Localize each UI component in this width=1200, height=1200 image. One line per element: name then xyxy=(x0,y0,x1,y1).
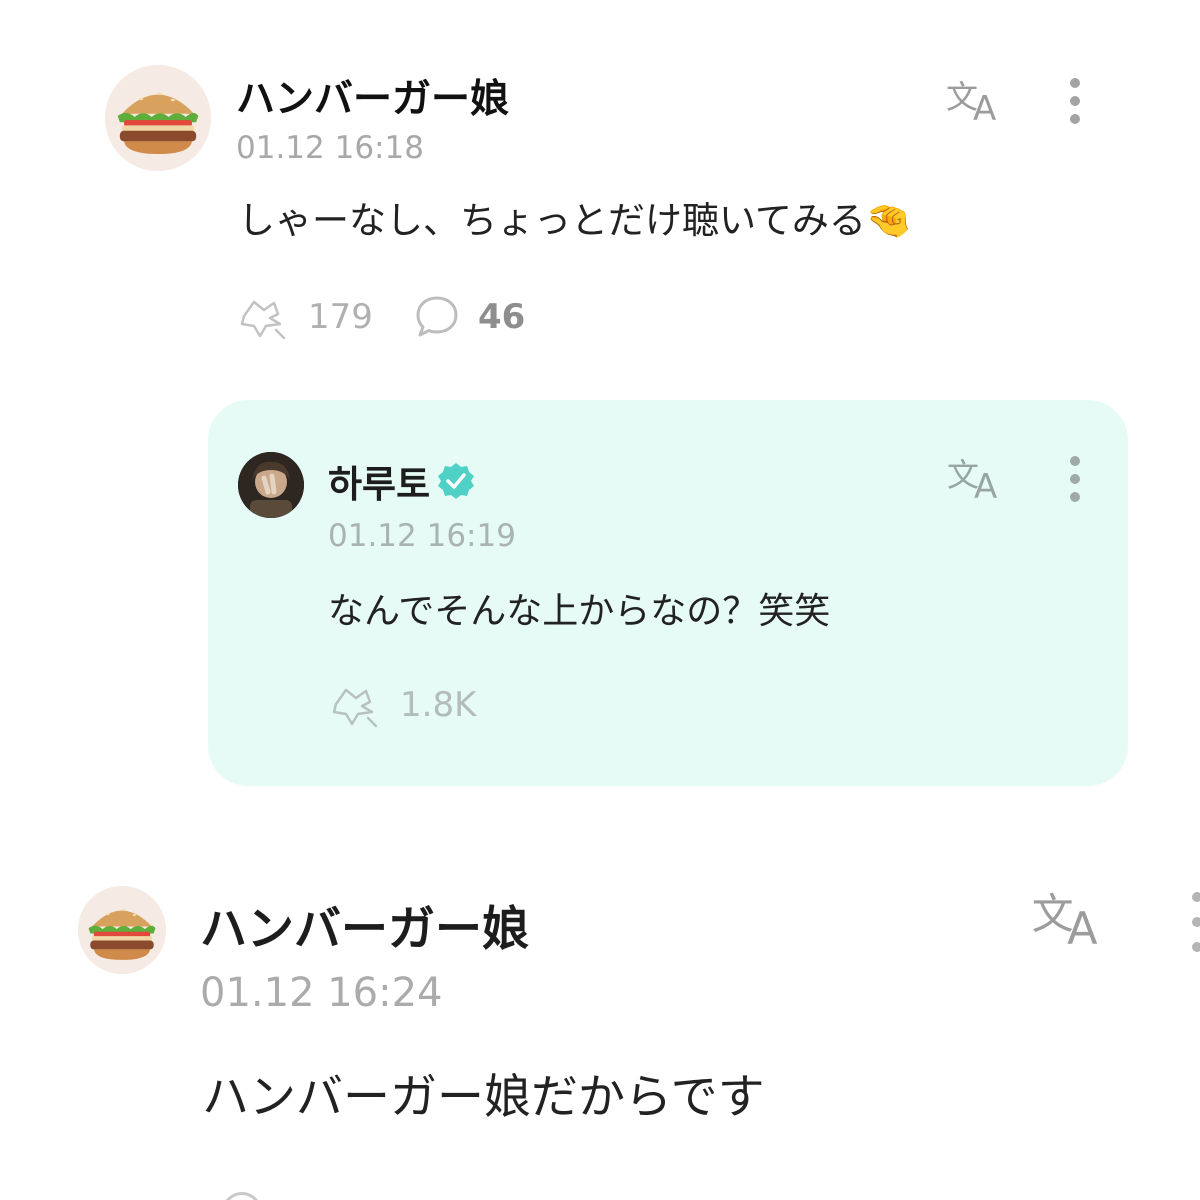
reply-like-button[interactable]: 1.8K xyxy=(328,682,476,728)
reply-author-row: 하루토 xyxy=(328,454,476,508)
verified-badge-icon xyxy=(438,463,475,499)
post-text: ハンバーガー娘だからです xyxy=(202,1070,765,1125)
comment-bubble-icon xyxy=(416,296,458,337)
translate-icon[interactable]: 文 A xyxy=(1030,884,1112,955)
reply-timestamp: 01.12 16:19 xyxy=(328,518,516,554)
like-heart-icon[interactable] xyxy=(222,1192,262,1200)
hamburger-icon xyxy=(105,65,211,171)
svg-text:A: A xyxy=(973,89,996,126)
more-vertical-icon[interactable] xyxy=(1068,78,1082,124)
hamburger-avatar[interactable] xyxy=(78,886,166,974)
like-heart-icon xyxy=(332,688,378,728)
svg-text:A: A xyxy=(1067,904,1098,952)
artist-avatar[interactable] xyxy=(238,452,304,518)
like-count: 179 xyxy=(308,297,373,337)
comment-button[interactable]: 46 xyxy=(414,294,525,340)
svg-text:A: A xyxy=(974,467,997,504)
like-button[interactable]: 179 xyxy=(236,294,373,340)
reply-text: なんでそんな上からなの？笑笑 xyxy=(328,591,831,632)
post-timestamp: 01.12 16:18 xyxy=(236,130,424,166)
person-photo-icon xyxy=(238,452,304,518)
post: ハンバーガー娘 01.12 16:18 しゃーなし、ちょっとだけ聴いてみる🤏 文… xyxy=(0,0,1200,380)
author-name[interactable]: ハンバーガー娘 xyxy=(200,890,529,959)
reply-author-name[interactable]: 하루토 xyxy=(328,454,430,508)
like-heart-icon xyxy=(240,300,286,340)
translate-icon[interactable]: 文 A xyxy=(945,74,1007,129)
post-text: しゃーなし、ちょっとだけ聴いてみる🤏 xyxy=(238,199,912,242)
reply-card: 하루토 01.12 16:19 なんでそんな上からなの？笑笑 文 A 1.8K xyxy=(208,400,1128,786)
more-vertical-icon[interactable] xyxy=(1192,892,1200,952)
more-vertical-icon[interactable] xyxy=(1068,456,1082,502)
hamburger-avatar[interactable] xyxy=(105,65,211,171)
comment-count: 46 xyxy=(478,297,526,337)
reply-like-count: 1.8K xyxy=(400,685,477,725)
comment-thread: ハンバーガー娘 01.12 16:18 しゃーなし、ちょっとだけ聴いてみる🤏 文… xyxy=(0,0,1200,1200)
post-timestamp: 01.12 16:24 xyxy=(200,970,443,1016)
translate-icon[interactable]: 文 A xyxy=(946,452,1008,507)
hamburger-icon xyxy=(78,886,166,974)
author-name[interactable]: ハンバーガー娘 xyxy=(236,68,509,124)
